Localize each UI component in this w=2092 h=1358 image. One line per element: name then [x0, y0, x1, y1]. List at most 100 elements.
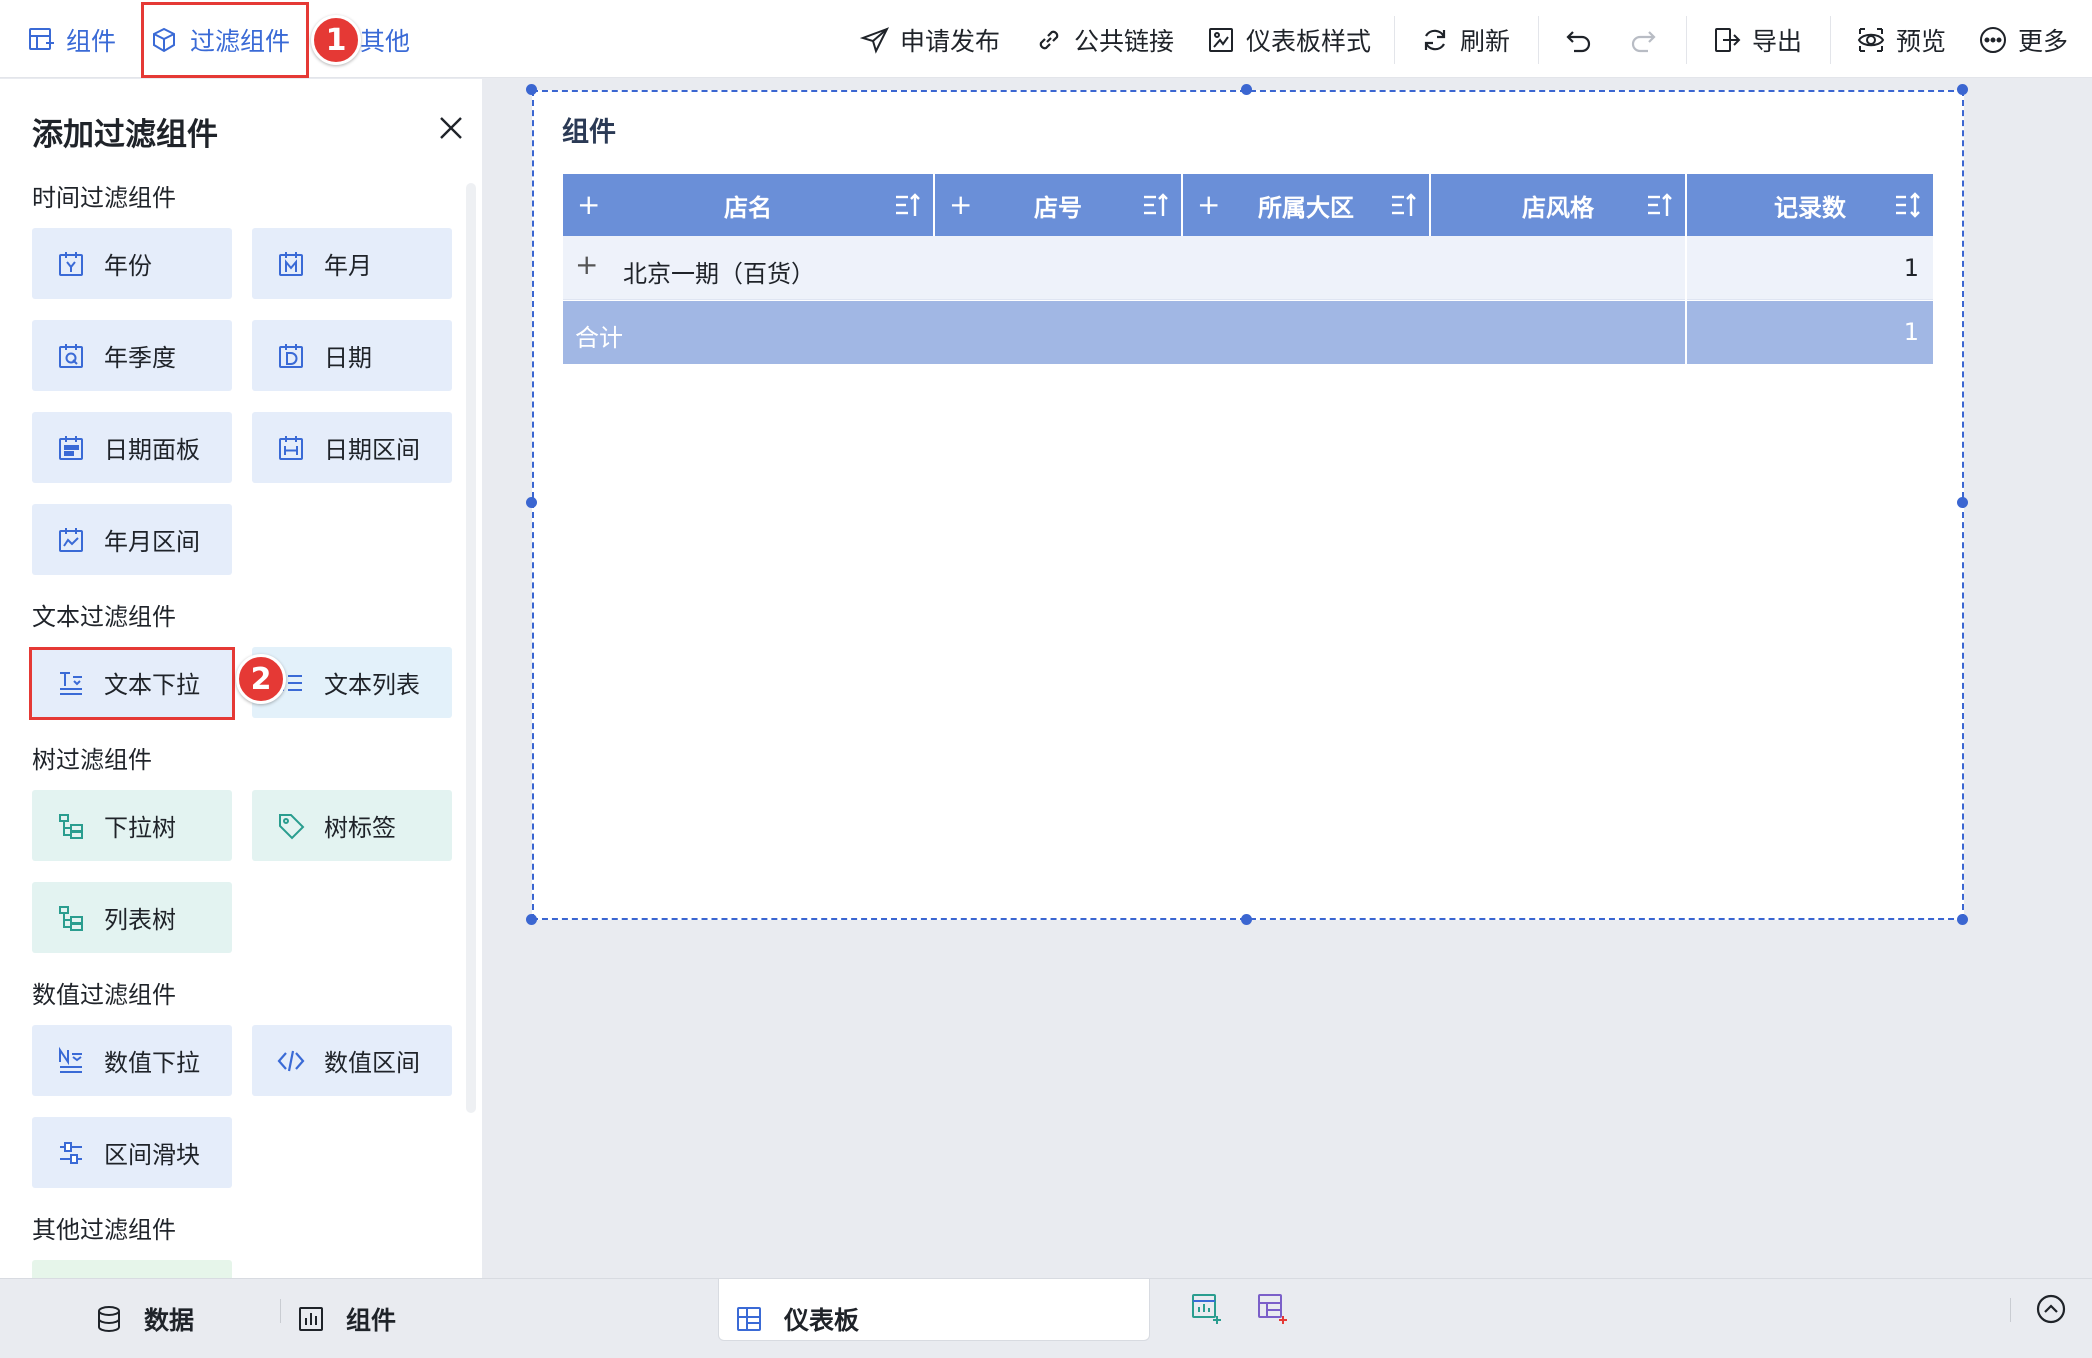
- resize-handle[interactable]: [1241, 914, 1252, 925]
- filter-text-list-label: 文本列表: [324, 671, 420, 699]
- filter-date-panel[interactable]: 日期面板: [32, 412, 232, 483]
- section-time-filters: 时间过滤组件: [32, 184, 176, 212]
- sort-icon[interactable]: [1141, 190, 1171, 220]
- column-header-style[interactable]: 店风格: [1431, 174, 1687, 236]
- tab-data[interactable]: 数据: [94, 1299, 194, 1339]
- slider-icon: [60, 1141, 82, 1164]
- store-name-cell: 北京一期（百货）: [623, 260, 815, 288]
- column-header-region[interactable]: + 所属大区: [1183, 174, 1431, 236]
- more-label: 更多: [2018, 27, 2069, 56]
- tree-list-icon: [59, 905, 83, 931]
- refresh-button[interactable]: 刷新: [1420, 20, 1510, 60]
- filter-year-month-label: 年月: [324, 252, 372, 280]
- send-icon: [860, 27, 890, 54]
- expand-icon[interactable]: +: [577, 188, 600, 221]
- public-link-button[interactable]: 公共链接: [1034, 20, 1174, 60]
- tab-data-label: 数据: [144, 1306, 195, 1335]
- add-chart-icon[interactable]: [1190, 1292, 1224, 1326]
- more-button[interactable]: 更多: [1978, 20, 2068, 60]
- column-label: 所属大区: [1258, 193, 1354, 222]
- filter-range-slider-label: 区间滑块: [104, 1141, 200, 1169]
- filter-year-month[interactable]: 年月: [252, 228, 452, 299]
- highlight-box-text-dropdown: [29, 647, 235, 720]
- panel-scrollbar[interactable]: [466, 183, 476, 1113]
- column-label: 店风格: [1522, 193, 1594, 222]
- toolbar-divider: [1686, 16, 1687, 64]
- total-label: 合计: [575, 324, 623, 352]
- filter-date-panel-label: 日期面板: [104, 436, 200, 464]
- public-link-label: 公共链接: [1074, 27, 1175, 56]
- filter-number-range[interactable]: 数值区间: [252, 1025, 452, 1096]
- filter-year[interactable]: 年份: [32, 228, 232, 299]
- section-other-filters: 其他过滤组件: [32, 1216, 176, 1244]
- sort-both-icon[interactable]: [1893, 190, 1923, 220]
- table-row[interactable]: + 北京一期（百货） 1: [563, 236, 1933, 300]
- tab-dashboard-label: 仪表板: [784, 1306, 860, 1335]
- sort-icon[interactable]: [893, 190, 923, 220]
- preview-button[interactable]: 预览: [1856, 20, 1946, 60]
- sort-icon[interactable]: [1645, 190, 1675, 220]
- sort-icon[interactable]: [1389, 190, 1419, 220]
- filter-tree-tag[interactable]: 树标签: [252, 790, 452, 861]
- filter-number-dropdown[interactable]: 数值下拉: [32, 1025, 232, 1096]
- resize-handle[interactable]: [526, 497, 537, 508]
- undo-icon[interactable]: [1564, 26, 1594, 56]
- resize-handle[interactable]: [1957, 914, 1968, 925]
- filter-date-range-label: 日期区间: [324, 436, 420, 464]
- cell-divider: [1685, 236, 1687, 300]
- calendar-grid-icon: [59, 435, 83, 460]
- row-expand-icon[interactable]: +: [575, 248, 598, 281]
- component-button[interactable]: 组件: [26, 20, 116, 60]
- expand-icon[interactable]: +: [949, 188, 972, 221]
- number-dropdown-icon: [59, 1046, 82, 1073]
- filter-year-month-range[interactable]: 年月区间: [32, 504, 232, 575]
- tree-dropdown-icon: [59, 813, 83, 839]
- other-label: 其他: [360, 27, 411, 56]
- expand-icon[interactable]: +: [1197, 188, 1220, 221]
- calendar-quarter-icon: [59, 343, 83, 368]
- filter-list-tree-label: 列表树: [104, 906, 176, 934]
- toolbar-divider: [1394, 16, 1395, 64]
- section-numeric-filters: 数值过滤组件: [32, 981, 176, 1009]
- column-header-record-count[interactable]: 记录数: [1687, 174, 1933, 236]
- filter-number-range-label: 数值区间: [324, 1049, 420, 1077]
- resize-handle[interactable]: [1241, 84, 1252, 95]
- other-button[interactable]: 其他: [360, 20, 410, 60]
- resize-handle[interactable]: [1957, 497, 1968, 508]
- refresh-icon: [1424, 29, 1446, 51]
- filter-dropdown-tree[interactable]: 下拉树: [32, 790, 232, 861]
- filter-date-range[interactable]: 日期区间: [252, 412, 452, 483]
- column-header-store-no[interactable]: + 店号: [935, 174, 1183, 236]
- dashboard-style-label: 仪表板样式: [1246, 27, 1372, 56]
- calendar-range-icon: [279, 435, 303, 460]
- add-dashboard-icon[interactable]: [1256, 1292, 1290, 1326]
- resize-handle[interactable]: [526, 84, 537, 95]
- apply-publish-label: 申请发布: [900, 27, 1001, 56]
- tab-divider: [280, 1299, 281, 1323]
- resize-handle[interactable]: [526, 914, 537, 925]
- preview-icon: [1857, 28, 1885, 52]
- redo-icon[interactable]: [1628, 26, 1658, 56]
- add-component-icon: [29, 28, 54, 50]
- filter-range-slider[interactable]: 区间滑块: [32, 1117, 232, 1188]
- more-icon: [1980, 27, 2006, 53]
- column-header-store-name[interactable]: + 店名: [563, 174, 935, 236]
- close-icon[interactable]: [436, 113, 466, 143]
- filter-tree-tag-label: 树标签: [324, 814, 396, 842]
- collapse-up-icon[interactable]: [2034, 1292, 2068, 1326]
- filter-date-label: 日期: [324, 344, 372, 372]
- column-label: 记录数: [1774, 193, 1846, 222]
- tab-component-label: 组件: [346, 1306, 397, 1335]
- filter-date[interactable]: 日期: [252, 320, 452, 391]
- filter-year-quarter[interactable]: 年季度: [32, 320, 232, 391]
- tab-dashboard[interactable]: 仪表板: [734, 1299, 859, 1339]
- filter-other-item[interactable]: [32, 1260, 232, 1278]
- resize-handle[interactable]: [1957, 84, 1968, 95]
- widget-title: 组件: [562, 117, 616, 148]
- export-button[interactable]: 导出: [1712, 20, 1802, 60]
- tab-component[interactable]: 组件: [296, 1299, 396, 1339]
- dashboard-style-button[interactable]: 仪表板样式: [1206, 20, 1371, 60]
- apply-publish-button[interactable]: 申请发布: [860, 20, 1000, 60]
- toolbar-divider: [1830, 16, 1831, 64]
- filter-list-tree[interactable]: 列表树: [32, 882, 232, 953]
